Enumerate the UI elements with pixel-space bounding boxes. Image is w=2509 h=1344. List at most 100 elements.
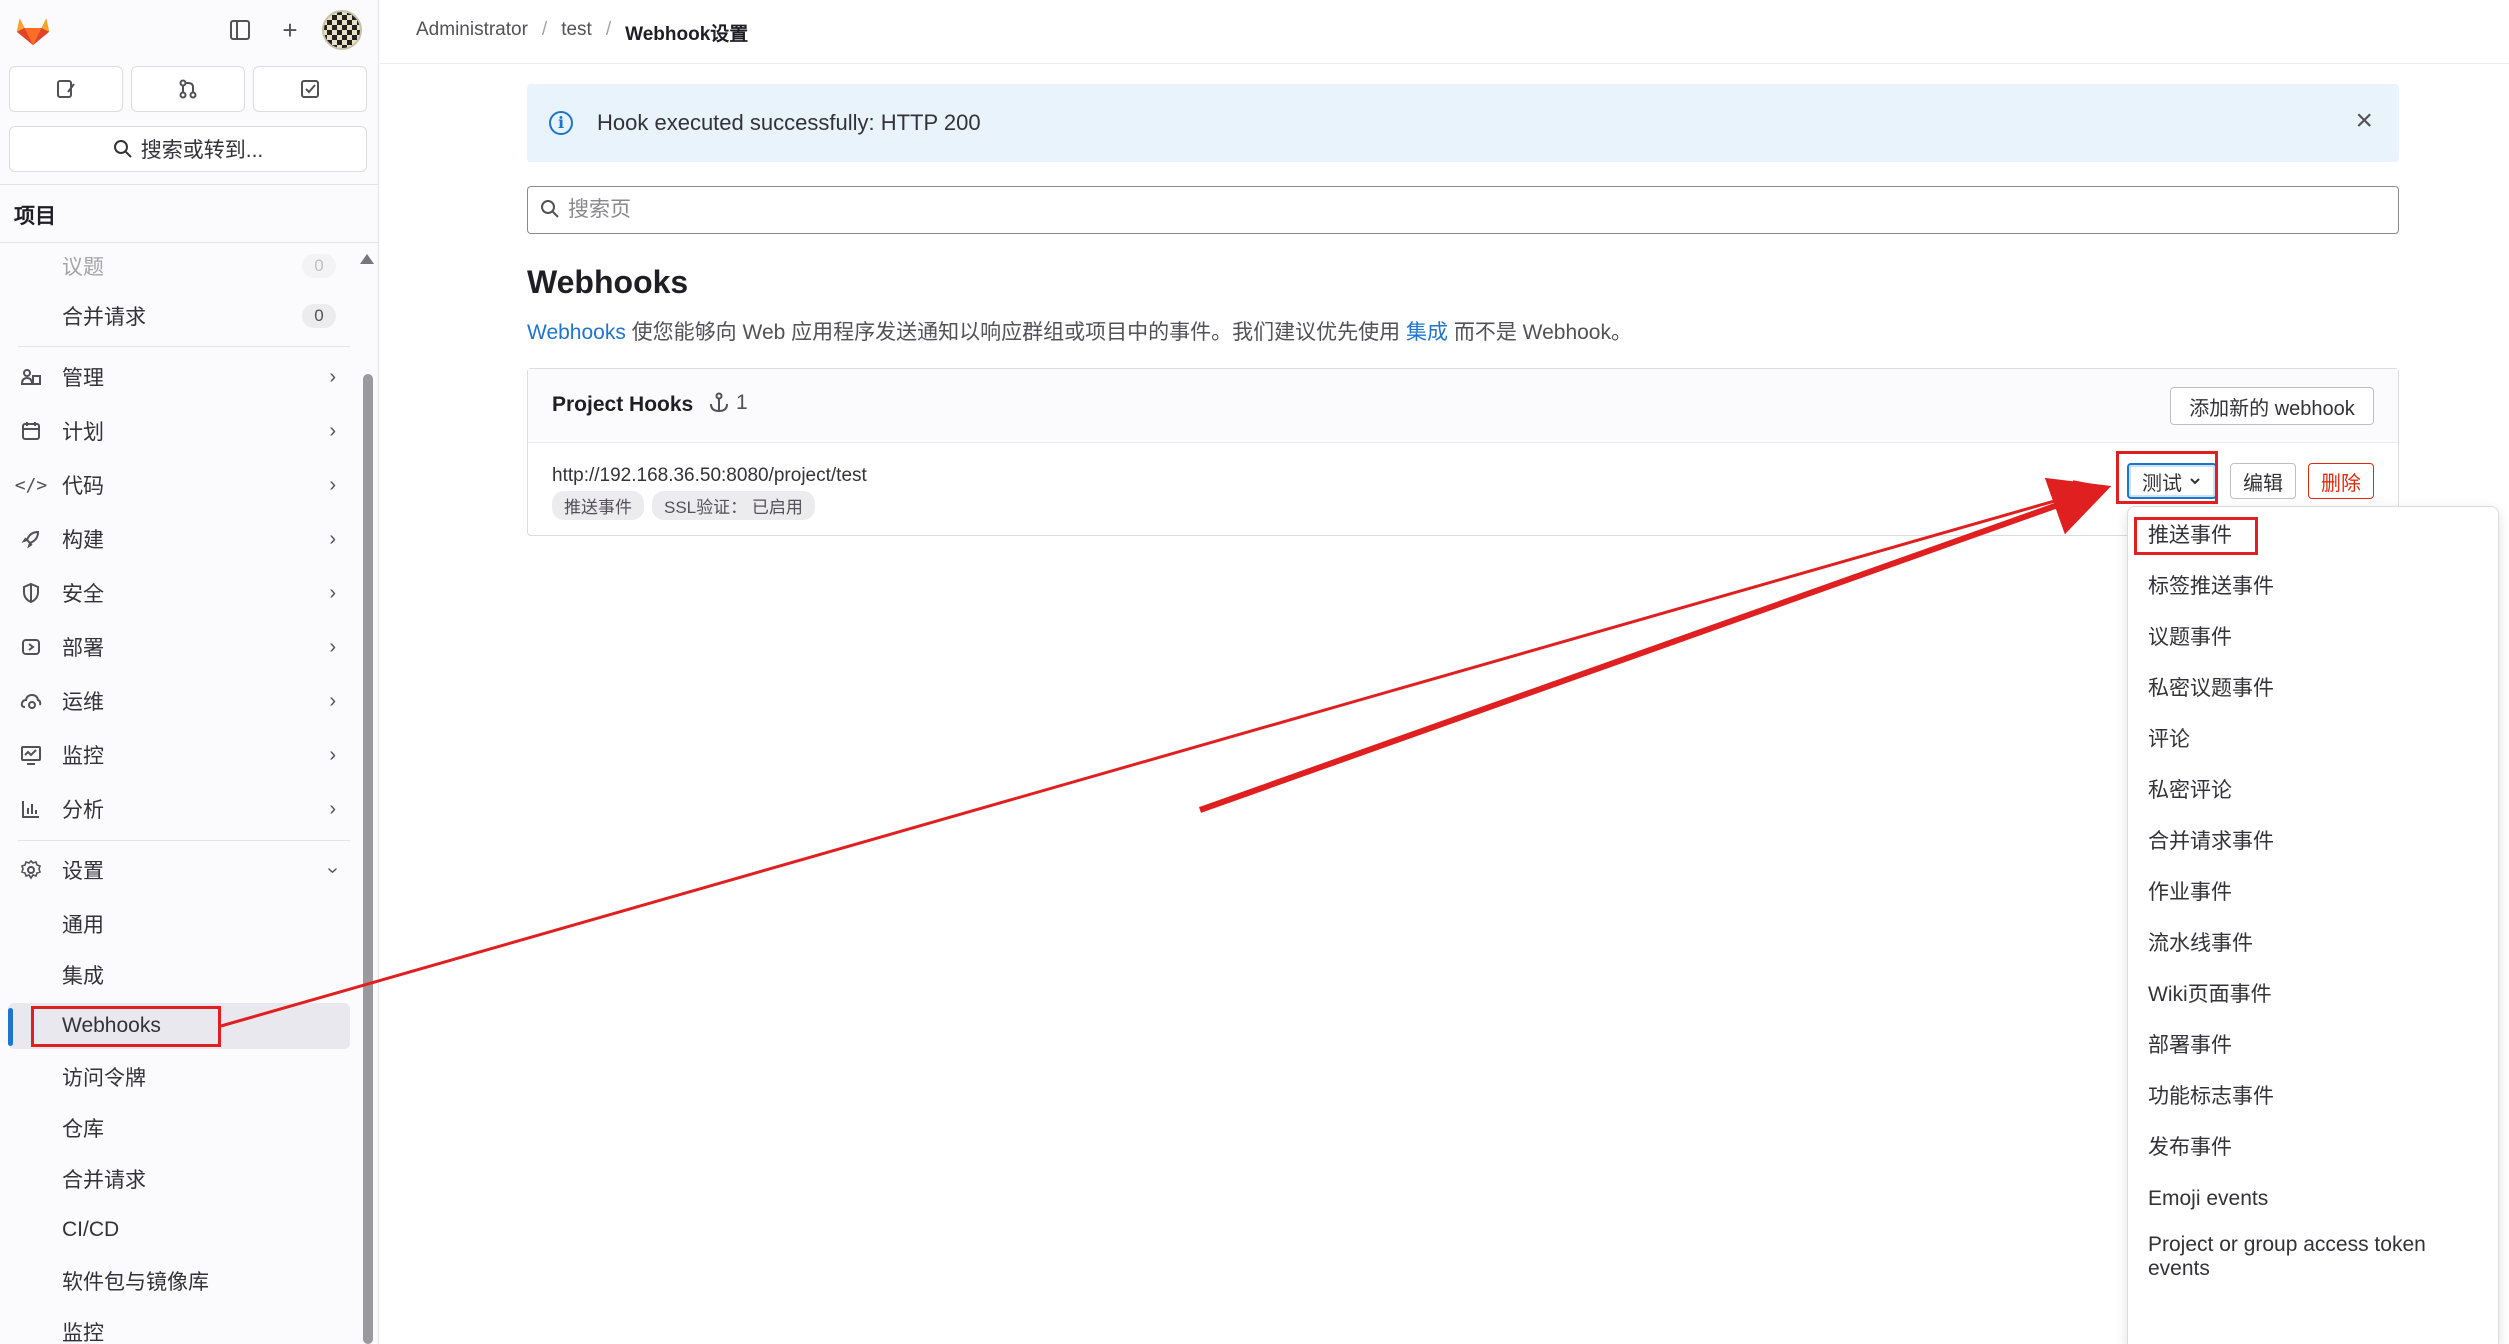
sidebar-subitem-label: 访问令牌 xyxy=(62,1067,146,1090)
sidebar-item-settings[interactable]: 设置 › xyxy=(0,847,350,893)
plus-icon[interactable]: + xyxy=(272,12,308,48)
card-header: Project Hooks 1 添加新的 webhook xyxy=(528,369,2398,443)
dropdown-item[interactable]: Emoji events xyxy=(2128,1174,2498,1224)
breadcrumb-separator: / xyxy=(605,19,612,40)
dropdown-item[interactable]: 功能标志事件 xyxy=(2128,1072,2498,1122)
close-icon[interactable]: × xyxy=(2355,104,2373,138)
dropdown-item[interactable]: Wiki页面事件 xyxy=(2128,970,2498,1020)
merge-requests-shortcut-icon[interactable] xyxy=(131,66,245,112)
sidebar-item-label: 管理 xyxy=(62,367,104,390)
deploy-icon xyxy=(18,634,44,660)
dropdown-item[interactable]: 作业事件 xyxy=(2128,868,2498,918)
sidebar-item-merge-requests[interactable]: 合并请求 0 xyxy=(0,293,350,339)
sidebar: + 搜索或转到... 项目 议题 0 合并请求 0 管理 › 计划 › </> … xyxy=(0,0,379,1344)
sidebar-subitem-cicd[interactable]: CI/CD xyxy=(0,1207,350,1253)
sidebar-item-label: 计划 xyxy=(62,421,104,444)
gear-icon xyxy=(18,857,44,883)
sidebar-subitem-general[interactable]: 通用 xyxy=(0,901,350,947)
chevron-right-icon: › xyxy=(329,527,336,550)
sidebar-subitem-integrations[interactable]: 集成 xyxy=(0,952,350,998)
scroll-up-arrow-icon[interactable] xyxy=(360,254,374,264)
breadcrumb-item[interactable]: test xyxy=(561,19,592,46)
active-indicator xyxy=(8,1008,13,1046)
sidebar-scrollbar[interactable] xyxy=(363,374,373,1344)
delete-button[interactable]: 删除 xyxy=(2308,463,2374,499)
todo-shortcut-icon[interactable] xyxy=(253,66,367,112)
annotation-arrow-thin xyxy=(220,480,2106,1028)
dropdown-item[interactable]: 私密评论 xyxy=(2128,766,2498,816)
sidebar-item-manage[interactable]: 管理 › xyxy=(0,354,350,400)
edit-button[interactable]: 编辑 xyxy=(2230,463,2296,499)
sidebar-item-plan[interactable]: 计划 › xyxy=(0,408,350,454)
sidebar-subitem-label: 集成 xyxy=(62,965,104,988)
count-badge: 0 xyxy=(302,254,336,278)
hooks-count: 1 xyxy=(708,391,748,415)
sidebar-subitem-label: 监控 xyxy=(62,1322,104,1344)
dropdown-item[interactable]: Project or group access token events xyxy=(2128,1229,2458,1289)
sidebar-toggle-icon[interactable] xyxy=(222,12,258,48)
event-tag: 推送事件 xyxy=(552,491,644,520)
sidebar-subitem-merge-requests[interactable]: 合并请求 xyxy=(0,1156,350,1202)
search-icon xyxy=(113,140,132,158)
description-text: 而不是 Webhook。 xyxy=(1447,321,1632,344)
sidebar-item-analyze[interactable]: 分析 › xyxy=(0,786,350,832)
sidebar-subitem-repository[interactable]: 仓库 xyxy=(0,1105,350,1151)
sidebar-item-issues[interactable]: 议题 0 xyxy=(0,243,350,289)
sidebar-item-deploy[interactable]: 部署 › xyxy=(0,624,350,670)
sidebar-item-code[interactable]: </> 代码 › xyxy=(0,462,350,508)
chevron-right-icon: › xyxy=(329,743,336,766)
dropdown-item[interactable]: 合并请求事件 xyxy=(2128,817,2498,867)
divider xyxy=(0,184,379,185)
breadcrumb-item[interactable]: Administrator xyxy=(416,19,528,46)
sidebar-shortcuts xyxy=(9,66,367,112)
chevron-right-icon: › xyxy=(329,581,336,604)
cloud-gear-icon xyxy=(18,688,44,714)
sidebar-item-monitor[interactable]: 监控 › xyxy=(0,732,350,778)
breadcrumb-current[interactable]: Webhook设置 xyxy=(625,19,748,46)
dropdown-item[interactable]: 发布事件 xyxy=(2128,1123,2498,1173)
dropdown-item[interactable]: 推送事件 xyxy=(2128,511,2498,561)
integrations-link[interactable]: 集成 xyxy=(1406,321,1448,344)
sidebar-subitem-label: 合并请求 xyxy=(62,1169,146,1192)
sidebar-subitem-access-tokens[interactable]: 访问令牌 xyxy=(0,1054,350,1100)
sidebar-subitem-label: CI/CD xyxy=(62,1218,120,1241)
add-webhook-button[interactable]: 添加新的 webhook xyxy=(2170,387,2374,425)
dropdown-item[interactable]: 评论 xyxy=(2128,715,2498,765)
avatar[interactable] xyxy=(322,10,362,50)
chart-icon xyxy=(18,796,44,822)
sidebar-search-label: 搜索或转到... xyxy=(140,139,264,162)
dropdown-item[interactable]: 部署事件 xyxy=(2128,1021,2498,1071)
sidebar-item-build[interactable]: 构建 › xyxy=(0,516,350,562)
sidebar-item-operate[interactable]: 运维 › xyxy=(0,678,350,724)
dropdown-item[interactable]: 标签推送事件 xyxy=(2128,562,2498,612)
sidebar-subitem-label: 软件包与镜像库 xyxy=(62,1271,209,1294)
ssl-tag: SSL验证： 已启用 xyxy=(652,491,815,520)
sidebar-subitem-label: Webhooks xyxy=(62,1014,161,1037)
sidebar-subitem-monitor[interactable]: 监控 xyxy=(0,1309,350,1344)
sidebar-search-button[interactable]: 搜索或转到... xyxy=(9,126,367,172)
sidebar-subitem-label: 通用 xyxy=(62,914,104,937)
code-icon: </> xyxy=(14,474,48,496)
monitor-icon xyxy=(18,742,44,768)
divider xyxy=(18,840,350,841)
calendar-icon xyxy=(18,418,44,444)
sidebar-subitem-packages[interactable]: 软件包与镜像库 xyxy=(0,1258,350,1304)
search-icon xyxy=(541,200,559,218)
sidebar-item-security[interactable]: 安全 › xyxy=(0,570,350,616)
test-dropdown-button[interactable]: 测试 xyxy=(2127,463,2217,499)
chevron-down-icon xyxy=(2190,478,2200,485)
gitlab-logo[interactable] xyxy=(14,10,52,48)
description-text: 使您能够向 Web 应用程序发送通知以响应群组或项目中的事件。我们建议优先使用 xyxy=(625,321,1406,344)
issues-shortcut-icon[interactable] xyxy=(9,66,123,112)
sidebar-item-label: 部署 xyxy=(62,637,104,660)
webhooks-doc-link[interactable]: Webhooks xyxy=(527,321,626,344)
chevron-right-icon: › xyxy=(329,419,336,442)
dropdown-item[interactable]: 私密议题事件 xyxy=(2128,664,2498,714)
dropdown-item[interactable]: 流水线事件 xyxy=(2128,919,2498,969)
sidebar-top: + xyxy=(0,0,379,62)
top-bar: Administrator / test / Webhook设置 xyxy=(380,0,2509,64)
sidebar-subitem-webhooks[interactable]: Webhooks xyxy=(8,1003,350,1049)
page-search-input[interactable] xyxy=(568,195,2368,225)
info-icon: i xyxy=(549,111,573,135)
dropdown-item[interactable]: 议题事件 xyxy=(2128,613,2498,663)
